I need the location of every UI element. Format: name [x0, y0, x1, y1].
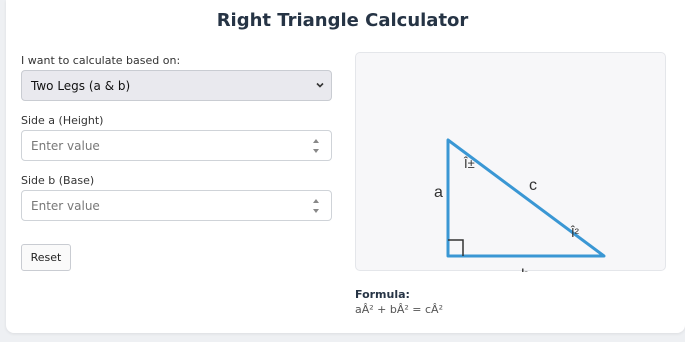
side-b-spinner-icon[interactable] — [311, 199, 321, 213]
formula-text: aÂ² + bÂ² = cÂ² — [355, 303, 443, 316]
side-a-input[interactable]: Enter value — [21, 130, 332, 161]
reset-button[interactable]: Reset — [21, 244, 71, 271]
page-title: Right Triangle Calculator — [216, 10, 469, 31]
triangle-diagram: a b c Î± Î² — [355, 52, 666, 272]
label-b: b — [521, 267, 530, 272]
mode-select-value: Two Legs (a & b) — [31, 78, 131, 93]
side-a-label: Side a (Height) — [21, 114, 104, 127]
label-a: a — [434, 184, 443, 201]
label-c: c — [529, 177, 537, 194]
side-a-spinner-icon[interactable] — [311, 139, 321, 153]
label-beta: Î² — [570, 225, 580, 240]
side-b-placeholder: Enter value — [31, 198, 100, 213]
mode-select[interactable]: Two Legs (a & b) — [21, 70, 332, 101]
side-a-placeholder: Enter value — [31, 138, 100, 153]
side-b-input[interactable]: Enter value — [21, 190, 332, 221]
triangle-svg: a b c Î± Î² — [434, 138, 606, 272]
side-b-label: Side b (Base) — [21, 174, 95, 187]
chevron-down-icon — [316, 82, 324, 88]
right-angle-marker — [448, 239, 464, 256]
label-alpha: Î± — [463, 156, 475, 171]
mode-label: I want to calculate based on: — [21, 54, 181, 67]
formula-title: Formula: — [355, 288, 410, 301]
